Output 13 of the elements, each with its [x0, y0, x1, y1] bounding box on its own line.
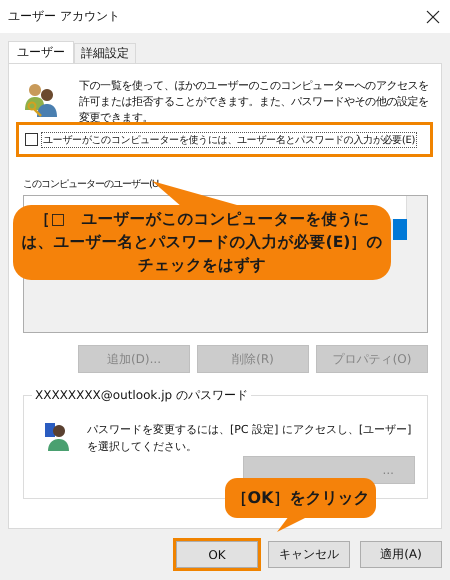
window-title: ユーザー アカウント [8, 8, 120, 25]
group-title: XXXXXXXX@outlook.jp のパスワード [32, 387, 251, 404]
user-monitor-icon [44, 421, 70, 451]
close-icon[interactable] [426, 10, 440, 24]
users-icon [23, 82, 59, 118]
checkbox[interactable] [25, 133, 38, 146]
tab[interactable]: ユーザー [8, 41, 74, 63]
password-help-text: パスワードを変更するには、[PC 設定] にアクセスし、[ユーザー] を選択してください。 [87, 422, 412, 455]
button[interactable]: OK [176, 541, 258, 568]
button[interactable]: キャンセル [268, 541, 350, 568]
tab[interactable]: 詳細設定 [74, 43, 136, 63]
button[interactable]: 適用(A) [360, 541, 442, 568]
checkbox-label[interactable]: ユーザーがこのコンピューターを使うには、ユーザー名とパスワードの入力が必要(E) [41, 132, 418, 148]
